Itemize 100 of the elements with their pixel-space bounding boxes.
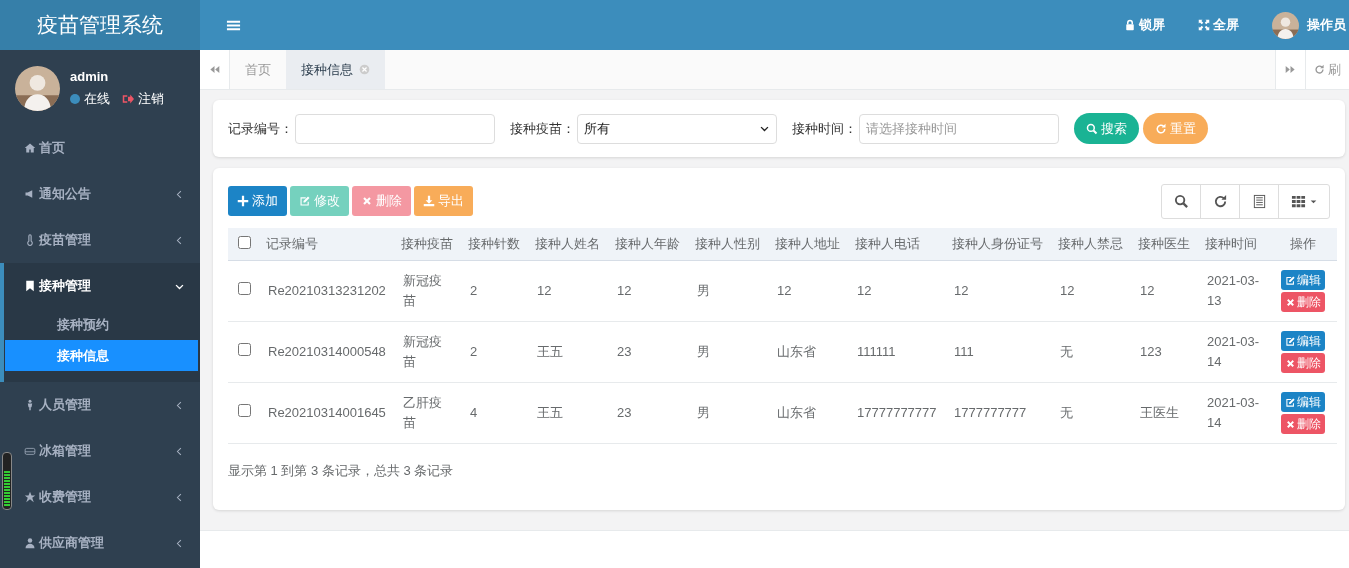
row-checkbox[interactable]	[238, 282, 251, 295]
operator-avatar	[1272, 11, 1299, 39]
table-cell: 4	[470, 405, 478, 420]
table-cell: 12	[777, 283, 792, 298]
field-label: 记录编号：	[228, 119, 293, 138]
column-header[interactable]: 接种人性别	[689, 228, 769, 261]
search-button[interactable]: 搜索	[1074, 113, 1139, 144]
column-header[interactable]: 接种医生	[1132, 228, 1199, 261]
pagination-info: 显示第 1 到第 3 条记录，总共 3 条记录	[228, 462, 455, 480]
add-button[interactable]: 添加	[228, 186, 287, 216]
delete-button[interactable]: 删除	[1280, 292, 1325, 312]
column-header[interactable]: 接种疫苗	[395, 228, 462, 261]
search-icon	[1086, 122, 1098, 135]
table-cell: 2021-03-14	[1207, 395, 1260, 430]
close-icon	[1284, 357, 1296, 369]
edit-button[interactable]: 编辑	[1280, 270, 1325, 290]
edit-icon	[1284, 335, 1296, 347]
table-cell: Re20210314000548	[268, 344, 386, 359]
column-header[interactable]: 接种人禁忌	[1052, 228, 1132, 261]
field-label: 接种疫苗：	[510, 119, 575, 138]
logout-link[interactable]: 注销	[138, 89, 164, 108]
delete-button[interactable]: 删除	[1280, 353, 1325, 373]
table-cell: Re20210314001645	[268, 405, 386, 420]
close-icon	[361, 195, 373, 207]
home-icon	[24, 142, 36, 154]
table-cell: 12	[1060, 283, 1075, 298]
download-icon	[423, 195, 435, 207]
delete-button[interactable]: 删除	[1280, 414, 1325, 434]
table-cell: 111111	[857, 344, 896, 359]
field-label: 接种时间：	[792, 119, 857, 138]
table-cell: 山东省	[777, 344, 816, 359]
column-header[interactable]: 接种人身份证号	[946, 228, 1052, 261]
fullscreen-button[interactable]: 全屏	[1198, 16, 1239, 34]
column-header[interactable]: 接种时间	[1199, 228, 1268, 261]
refresh-icon	[1314, 64, 1325, 75]
tab[interactable]: 首页	[230, 50, 286, 89]
close-icon	[1284, 418, 1296, 430]
column-header[interactable]: 记录编号	[260, 228, 395, 261]
submenu-item[interactable]: 接种预约	[5, 309, 198, 340]
operator-name[interactable]: 操作员	[1307, 16, 1346, 34]
table-cell: 无	[1060, 344, 1073, 359]
sidebar-item[interactable]: 人员管理	[0, 382, 200, 428]
table-cell: 2021-03-14	[1207, 334, 1260, 369]
table-cell: 17777777777	[857, 405, 937, 420]
user-avatar	[15, 65, 60, 111]
double-left-icon	[209, 64, 220, 75]
table-cell: 山东省	[777, 405, 816, 420]
edit-icon	[1284, 396, 1296, 408]
submenu-item[interactable]: 接种信息	[5, 340, 198, 371]
table-cell: Re20210313231202	[268, 283, 386, 298]
thermometer-icon	[24, 234, 36, 246]
table-cell: 23	[617, 405, 632, 420]
column-header[interactable]: 接种人年龄	[609, 228, 689, 261]
sidebar-item[interactable]: 通知公告	[0, 171, 200, 217]
lock-screen-button[interactable]: 锁屏	[1124, 16, 1165, 34]
tab[interactable]: 接种信息	[286, 50, 385, 89]
sign-out-icon	[122, 92, 134, 105]
refresh-icon	[1212, 193, 1228, 209]
row-checkbox[interactable]	[238, 343, 251, 356]
table-cell: 12	[954, 283, 969, 298]
level-meter-drawing	[2, 452, 12, 510]
table-cell: 123	[1140, 344, 1162, 359]
sidebar-item[interactable]: 首页	[0, 125, 200, 171]
table-cell: 男	[697, 405, 710, 420]
refresh-icon	[1155, 122, 1167, 135]
table-cell: 2021-03-13	[1207, 273, 1260, 308]
edit-icon	[299, 195, 311, 207]
refresh-tab-button[interactable]: 刷	[1305, 50, 1349, 89]
edit-button[interactable]: 编辑	[1280, 331, 1325, 351]
row-checkbox[interactable]	[238, 404, 251, 417]
table-cell: 2	[470, 283, 478, 298]
column-header[interactable]: 接种人地址	[769, 228, 849, 261]
column-header[interactable]: 接种针数	[462, 228, 529, 261]
select-all-checkbox[interactable]	[238, 236, 251, 249]
sidebar-item[interactable]: 收费管理	[0, 474, 200, 520]
table-cell: 12	[1140, 283, 1155, 298]
column-header[interactable]: 操作	[1268, 228, 1337, 261]
app-logo: 疫苗管理系统	[0, 0, 200, 50]
list-icon	[1251, 193, 1267, 209]
sidebar-item[interactable]: 接种管理	[4, 263, 200, 309]
table-cell: 新冠疫苗	[403, 334, 442, 369]
input-field[interactable]	[295, 113, 495, 144]
table-cell: 王医生	[1140, 405, 1179, 420]
plus-icon	[237, 195, 249, 207]
sidebar-item[interactable]: 疫苗管理	[0, 217, 200, 263]
edit-button[interactable]: 编辑	[1280, 392, 1325, 412]
table-cell: 23	[617, 344, 632, 359]
status-dot	[70, 93, 80, 104]
column-header[interactable]: 接种人姓名	[529, 228, 609, 261]
sidebar-item[interactable]: 冰箱管理	[0, 428, 200, 474]
table-cell: 12	[857, 283, 872, 298]
user-name: admin	[70, 68, 110, 84]
sidebar-item[interactable]: 供应商管理	[0, 520, 200, 566]
table-cell: 王五	[537, 405, 563, 420]
search-icon	[1173, 193, 1189, 209]
date-field[interactable]: 请选择接种时间	[859, 113, 1059, 144]
table-cell: 2	[470, 344, 478, 359]
grid-icon	[1290, 193, 1306, 209]
vaccine-select[interactable]: 所有	[577, 113, 777, 144]
column-header[interactable]: 接种人电话	[849, 228, 946, 261]
